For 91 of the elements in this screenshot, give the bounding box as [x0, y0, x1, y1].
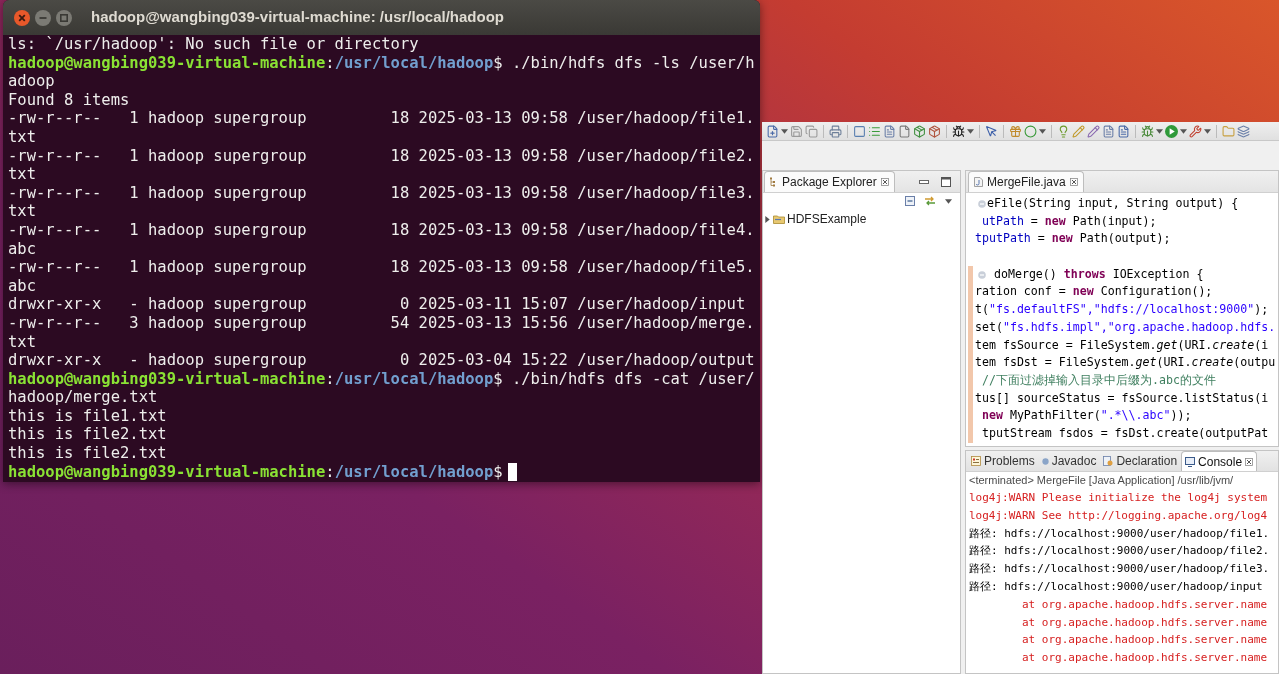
caret-icon[interactable] [1156, 127, 1163, 135]
package-icon[interactable] [913, 124, 926, 138]
console-line: log4j:WARN See http://logging.apache.org/log4 [969, 507, 1267, 524]
file-icon [974, 177, 983, 187]
console-status: <terminated> MergeFile [Java Application] /usr/lib/jvm/ [968, 473, 1235, 489]
console-line: 路径: hdfs://localhost:9000/user/hadoop/file1. [969, 525, 1270, 542]
caret-icon[interactable] [1204, 127, 1211, 135]
terminal-line: -rw-r--r-- 1 hadoop supergroup 18 2025-03-13 09:58 /user/hadoop/file2.txt [8, 146, 756, 184]
terminal-line: hadoop@wangbing039-virtual-machine:/usr/local/hadoop$ [8, 462, 503, 482]
close-icon[interactable] [880, 178, 889, 186]
tab[interactable]: Package Explorer [764, 171, 895, 192]
caret-icon[interactable] [1180, 127, 1187, 135]
console-line: at org.apache.hadoop.hdfs.server.name [1021, 650, 1268, 667]
terminal-line: this is file2.txt [8, 444, 168, 463]
console-line: 路径: hdfs://localhost:9000/user/hadoop/input [969, 579, 1263, 595]
pencil-icon[interactable] [1072, 124, 1085, 138]
tab[interactable]: Declaration [1100, 451, 1181, 471]
code-line: t("fs.defaultFS","hdfs://localhost:9000"); [975, 301, 1269, 319]
folder-icon[interactable] [1222, 124, 1235, 138]
list-icon [971, 456, 981, 466]
console-line: 路径: hdfs://localhost:9000/user/hadoop/file3. [969, 561, 1270, 578]
terminal-line: Found 8 items [8, 90, 131, 110]
caret-icon[interactable] [781, 127, 788, 135]
console-line: at org.apache.hadoop.hdfs.server.name [1021, 632, 1268, 649]
terminal-line: hadoop@wangbing039-virtual-machine:/usr/local/hadoop$ ./bin/hdfs dfs -ls /user/hadoop [8, 53, 756, 91]
wrench-icon[interactable] [1189, 124, 1202, 138]
document-icon[interactable] [1117, 124, 1130, 138]
code-line: set("fs.hdfs.impl","org.apache.hadoop.hdfs. [975, 318, 1276, 336]
view-menu-icon[interactable] [945, 197, 952, 205]
minimize-icon[interactable] [919, 180, 929, 184]
code-line: utPath = new Path(input); [980, 212, 1157, 230]
caret-icon[interactable] [967, 127, 974, 135]
terminal-line: ls: `/usr/hadoop': No such file or directory [8, 35, 420, 54]
gift-icon[interactable] [1009, 124, 1022, 138]
code-line: ration conf = new Configuration(); [975, 283, 1213, 301]
code-line: //下面过滤掉输入目录中后缀为.abc的文件 [980, 371, 1216, 389]
tree-item[interactable]: HDFSExample [763, 211, 867, 227]
tree-icon [770, 177, 778, 187]
window-title: hadoop@wangbing039-virtual-machine: /usr/local/hadoop [91, 7, 504, 28]
dot-icon [1041, 457, 1049, 465]
code-line: doMerge() throws IOException { [992, 265, 1204, 283]
console-line: at org.apache.hadoop.hdfs.server.name [1021, 614, 1268, 631]
code-line: eFile(String input, String output) { [987, 195, 1239, 212]
printer-icon[interactable] [829, 124, 842, 138]
close-icon[interactable] [14, 9, 30, 26]
close-icon[interactable] [1069, 178, 1078, 186]
monitor-icon [1185, 456, 1196, 467]
layers-icon[interactable] [1237, 124, 1250, 138]
collapse-all-icon[interactable] [905, 196, 915, 206]
code-line: tem fsDst = FileSystem.get(URI.create(outpu [975, 354, 1276, 372]
terminal-line: drwxr-xr-x - hadoop supergroup 0 2025-03-04 15:22 /user/hadoop/output [8, 351, 756, 370]
document-icon[interactable] [1102, 124, 1115, 138]
square-icon[interactable] [853, 124, 866, 138]
copy-icon[interactable] [805, 124, 818, 138]
code-line: tputPath = new Path(output); [975, 230, 1171, 248]
pointer-icon[interactable] [985, 124, 998, 138]
code-line: tus[] sourceStatus = fsSource.listStatus(i [975, 389, 1269, 407]
link-arrows-icon[interactable] [924, 196, 936, 206]
bug-icon[interactable] [952, 124, 965, 138]
terminal-line: -rw-r--r-- 1 hadoop supergroup 18 2025-03-13 09:58 /user/hadoop/file3.txt [8, 183, 756, 221]
lightbulb-icon[interactable] [1057, 124, 1070, 138]
tab[interactable]: Console [1181, 451, 1258, 471]
minimize-icon[interactable] [35, 9, 51, 26]
tab[interactable]: MergeFile.java [968, 171, 1084, 192]
folder-icon [773, 214, 785, 224]
caret-icon[interactable] [1039, 127, 1046, 135]
file-icon[interactable] [898, 124, 911, 138]
terminal-line: -rw-r--r-- 1 hadoop supergroup 18 2025-03-13 09:58 /user/hadoop/file4.abc [8, 220, 756, 259]
terminal-line: drwxr-xr-x - hadoop supergroup 0 2025-03-11 15:07 /user/hadoop/input [8, 295, 747, 314]
code-line: tputStream fsdos = fsDst.create(outputPat [980, 424, 1269, 442]
maximize-icon[interactable] [941, 177, 951, 187]
tab[interactable]: Javadoc [1038, 451, 1100, 471]
console-line: 路径: hdfs://localhost:9000/user/hadoop/file2. [969, 543, 1270, 560]
pencil-icon[interactable] [1087, 124, 1100, 138]
circle-icon[interactable] [1024, 124, 1037, 138]
package-icon[interactable] [928, 124, 941, 138]
console-line: log4j:WARN Please initialize the log4j system [969, 490, 1267, 506]
expand-arrow-icon[interactable] [764, 215, 771, 223]
code-line: new MyPathFilter(".*\\.abc")); [980, 407, 1192, 425]
terminal-line: this is file1.txt [8, 406, 168, 426]
tab[interactable]: Problems [968, 451, 1038, 471]
play-icon[interactable] [1165, 124, 1178, 138]
document-icon [1103, 456, 1114, 466]
terminal-line: this is file2.txt [8, 425, 168, 445]
new-file-icon[interactable] [766, 124, 779, 138]
document-icon[interactable] [883, 124, 896, 138]
close-icon[interactable] [1245, 457, 1254, 466]
list-icon[interactable] [868, 124, 881, 138]
console-line: at org.apache.hadoop.hdfs.server.name [1021, 596, 1268, 613]
code-line: tem fsSource = FileSystem.get(URI.create(i [975, 336, 1269, 354]
terminal-line: -rw-r--r-- 1 hadoop supergroup 18 2025-03-13 09:58 /user/hadoop/file1.txt [8, 109, 756, 147]
